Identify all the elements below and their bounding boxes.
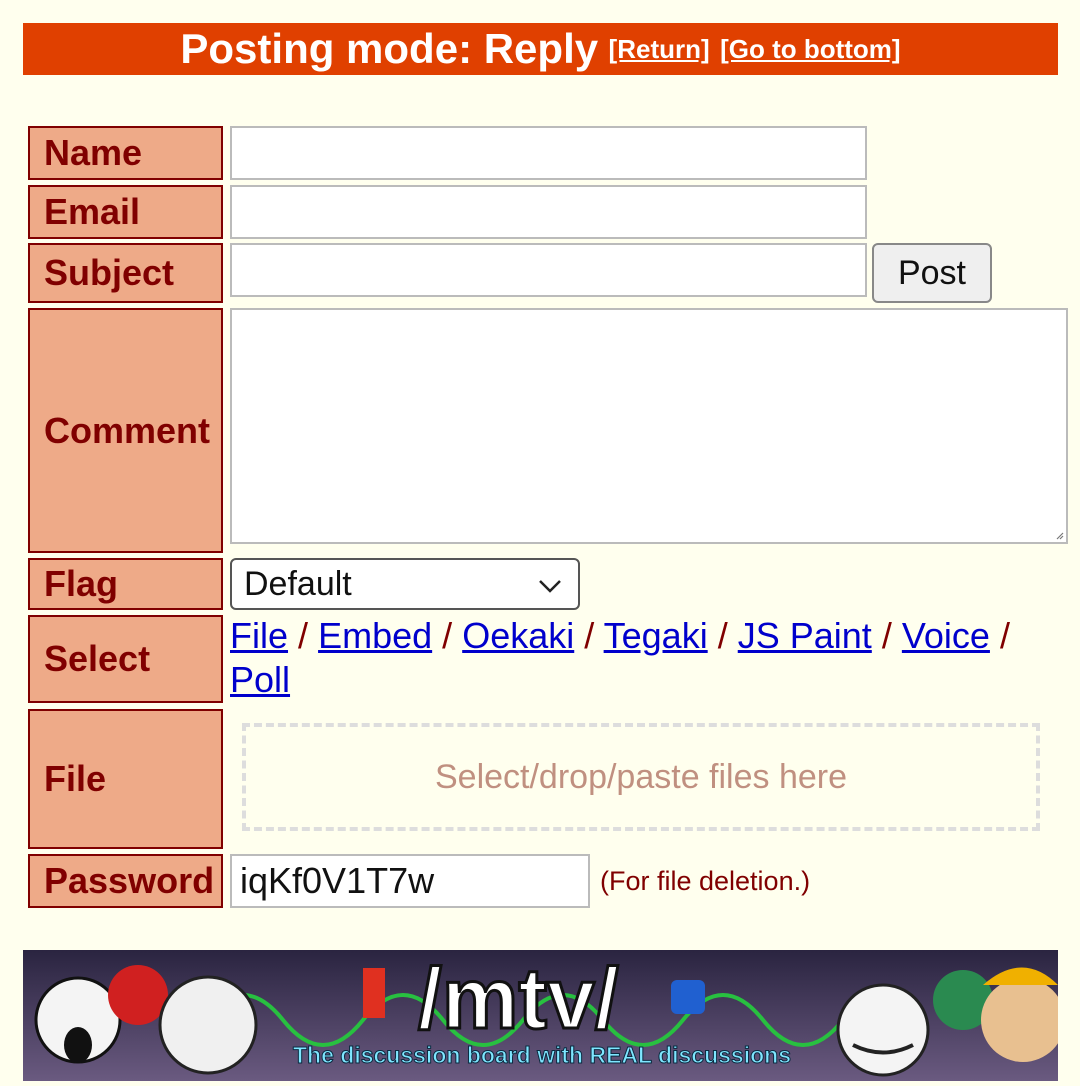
email-label: Email bbox=[28, 185, 223, 239]
mode-link-oekaki[interactable]: Oekaki bbox=[462, 615, 574, 656]
board-banner[interactable]: /mtv/ The discussion board with REAL dis… bbox=[23, 950, 1058, 1081]
subject-label: Subject bbox=[28, 243, 223, 303]
chevron-down-icon bbox=[539, 580, 561, 593]
comment-label: Comment bbox=[28, 308, 223, 553]
resize-handle-icon[interactable] bbox=[1054, 530, 1064, 540]
mode-link-file[interactable]: File bbox=[230, 615, 288, 656]
mode-separator: / bbox=[584, 615, 595, 656]
flag-label: Flag bbox=[28, 558, 223, 610]
name-field[interactable] bbox=[230, 126, 867, 180]
mode-link-voice[interactable]: Voice bbox=[902, 615, 990, 656]
select-mode-links: File / Embed / Oekaki / Tegaki / JS Pain… bbox=[230, 614, 1050, 702]
flag-select[interactable]: Default bbox=[230, 558, 580, 610]
password-note: (For file deletion.) bbox=[600, 866, 811, 896]
posting-mode-bar: Posting mode: Reply [Return] [Go to bott… bbox=[23, 23, 1058, 75]
mode-separator: / bbox=[717, 615, 728, 656]
file-dropzone[interactable]: Select/drop/paste files here bbox=[242, 723, 1040, 831]
password-label: Password bbox=[28, 854, 223, 908]
return-link[interactable]: [Return] bbox=[609, 34, 710, 64]
flag-select-value: Default bbox=[244, 564, 352, 603]
posting-mode-title: Posting mode: Reply bbox=[180, 25, 599, 72]
mode-link-js-paint[interactable]: JS Paint bbox=[738, 615, 872, 656]
go-to-bottom-link[interactable]: [Go to bottom] bbox=[720, 34, 901, 64]
password-field[interactable]: iqKf0V1T7w bbox=[230, 854, 590, 908]
subject-field[interactable] bbox=[230, 243, 867, 297]
select-label: Select bbox=[28, 615, 223, 703]
mode-separator: / bbox=[881, 615, 892, 656]
mode-separator: / bbox=[298, 615, 309, 656]
banner-tagline: The discussion board with REAL discussio… bbox=[293, 1042, 792, 1069]
dropzone-text: Select/drop/paste files here bbox=[434, 757, 848, 796]
banner-title: /mtv/ bbox=[417, 950, 621, 1049]
mode-link-tegaki[interactable]: Tegaki bbox=[604, 615, 708, 656]
post-button[interactable]: Post bbox=[872, 243, 992, 303]
mode-link-embed[interactable]: Embed bbox=[318, 615, 432, 656]
comment-textarea[interactable] bbox=[230, 308, 1068, 544]
name-label: Name bbox=[28, 126, 223, 180]
file-label: File bbox=[28, 709, 223, 849]
mode-link-poll[interactable]: Poll bbox=[230, 659, 290, 700]
email-field[interactable] bbox=[230, 185, 867, 239]
mode-separator: / bbox=[999, 615, 1010, 656]
mode-separator: / bbox=[442, 615, 453, 656]
